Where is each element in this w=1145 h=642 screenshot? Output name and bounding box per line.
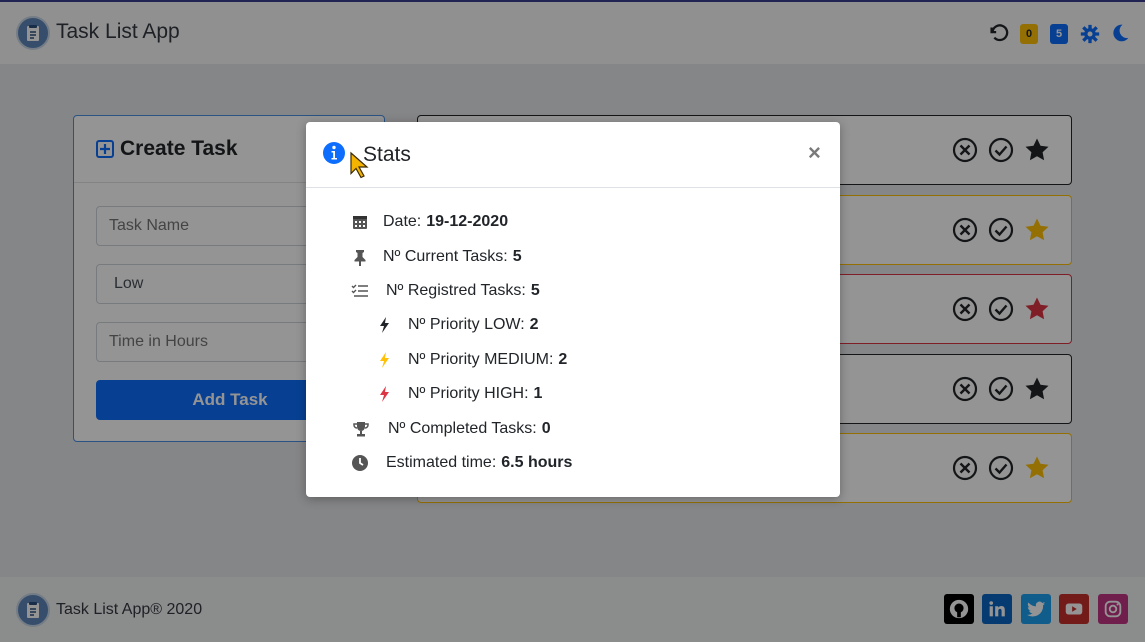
- bolt-medium-icon: [380, 352, 389, 368]
- pin-icon: [354, 250, 366, 266]
- stat-completed: Nº Completed Tasks: 0: [351, 420, 551, 438]
- mouse-cursor-icon: [350, 151, 369, 179]
- stat-current: Nº Current Tasks: 5: [351, 248, 522, 266]
- bolt-high-icon: [380, 386, 389, 402]
- stat-current-value: 5: [512, 248, 522, 265]
- stat-registered-value: 5: [530, 282, 540, 299]
- info-icon: [323, 142, 345, 164]
- stat-completed-label: Nº Completed Tasks:: [388, 420, 537, 437]
- stat-completed-value: 0: [541, 420, 551, 437]
- stat-current-label: Nº Current Tasks:: [383, 248, 508, 265]
- stat-low-value: 2: [529, 316, 539, 333]
- stat-date-label: Date:: [383, 213, 422, 230]
- stat-date: Date: 19-12-2020: [351, 213, 508, 231]
- stat-medium-value: 2: [558, 351, 568, 368]
- modal-header: Stats ×: [306, 122, 840, 188]
- stat-priority-low: Nº Priority LOW: 2: [376, 316, 539, 334]
- stat-registered: Nº Registred Tasks: 5: [351, 282, 540, 300]
- bolt-low-icon: [380, 317, 389, 333]
- stat-estimated-value: 6.5 hours: [501, 454, 573, 471]
- clock-icon: [352, 455, 368, 471]
- stat-registered-label: Nº Registred Tasks:: [386, 282, 526, 299]
- stats-modal: Stats × Date: 19-12-2020 Nº Current Tasks…: [306, 122, 840, 497]
- stat-low-label: Nº Priority LOW:: [408, 316, 525, 333]
- stat-estimated-label: Estimated time:: [386, 454, 497, 471]
- task-list-icon: [351, 284, 368, 297]
- stat-medium-label: Nº Priority MEDIUM:: [408, 351, 554, 368]
- stat-high-value: 1: [533, 385, 543, 402]
- stat-date-value: 19-12-2020: [426, 213, 509, 230]
- close-modal-button[interactable]: ×: [808, 140, 821, 166]
- trophy-icon: [353, 422, 369, 437]
- stat-high-label: Nº Priority HIGH:: [408, 385, 529, 402]
- stat-estimated: Estimated time: 6.5 hours: [351, 454, 572, 472]
- calendar-icon: [353, 216, 367, 229]
- stat-priority-high: Nº Priority HIGH: 1: [376, 385, 542, 403]
- stat-priority-medium: Nº Priority MEDIUM: 2: [376, 351, 567, 369]
